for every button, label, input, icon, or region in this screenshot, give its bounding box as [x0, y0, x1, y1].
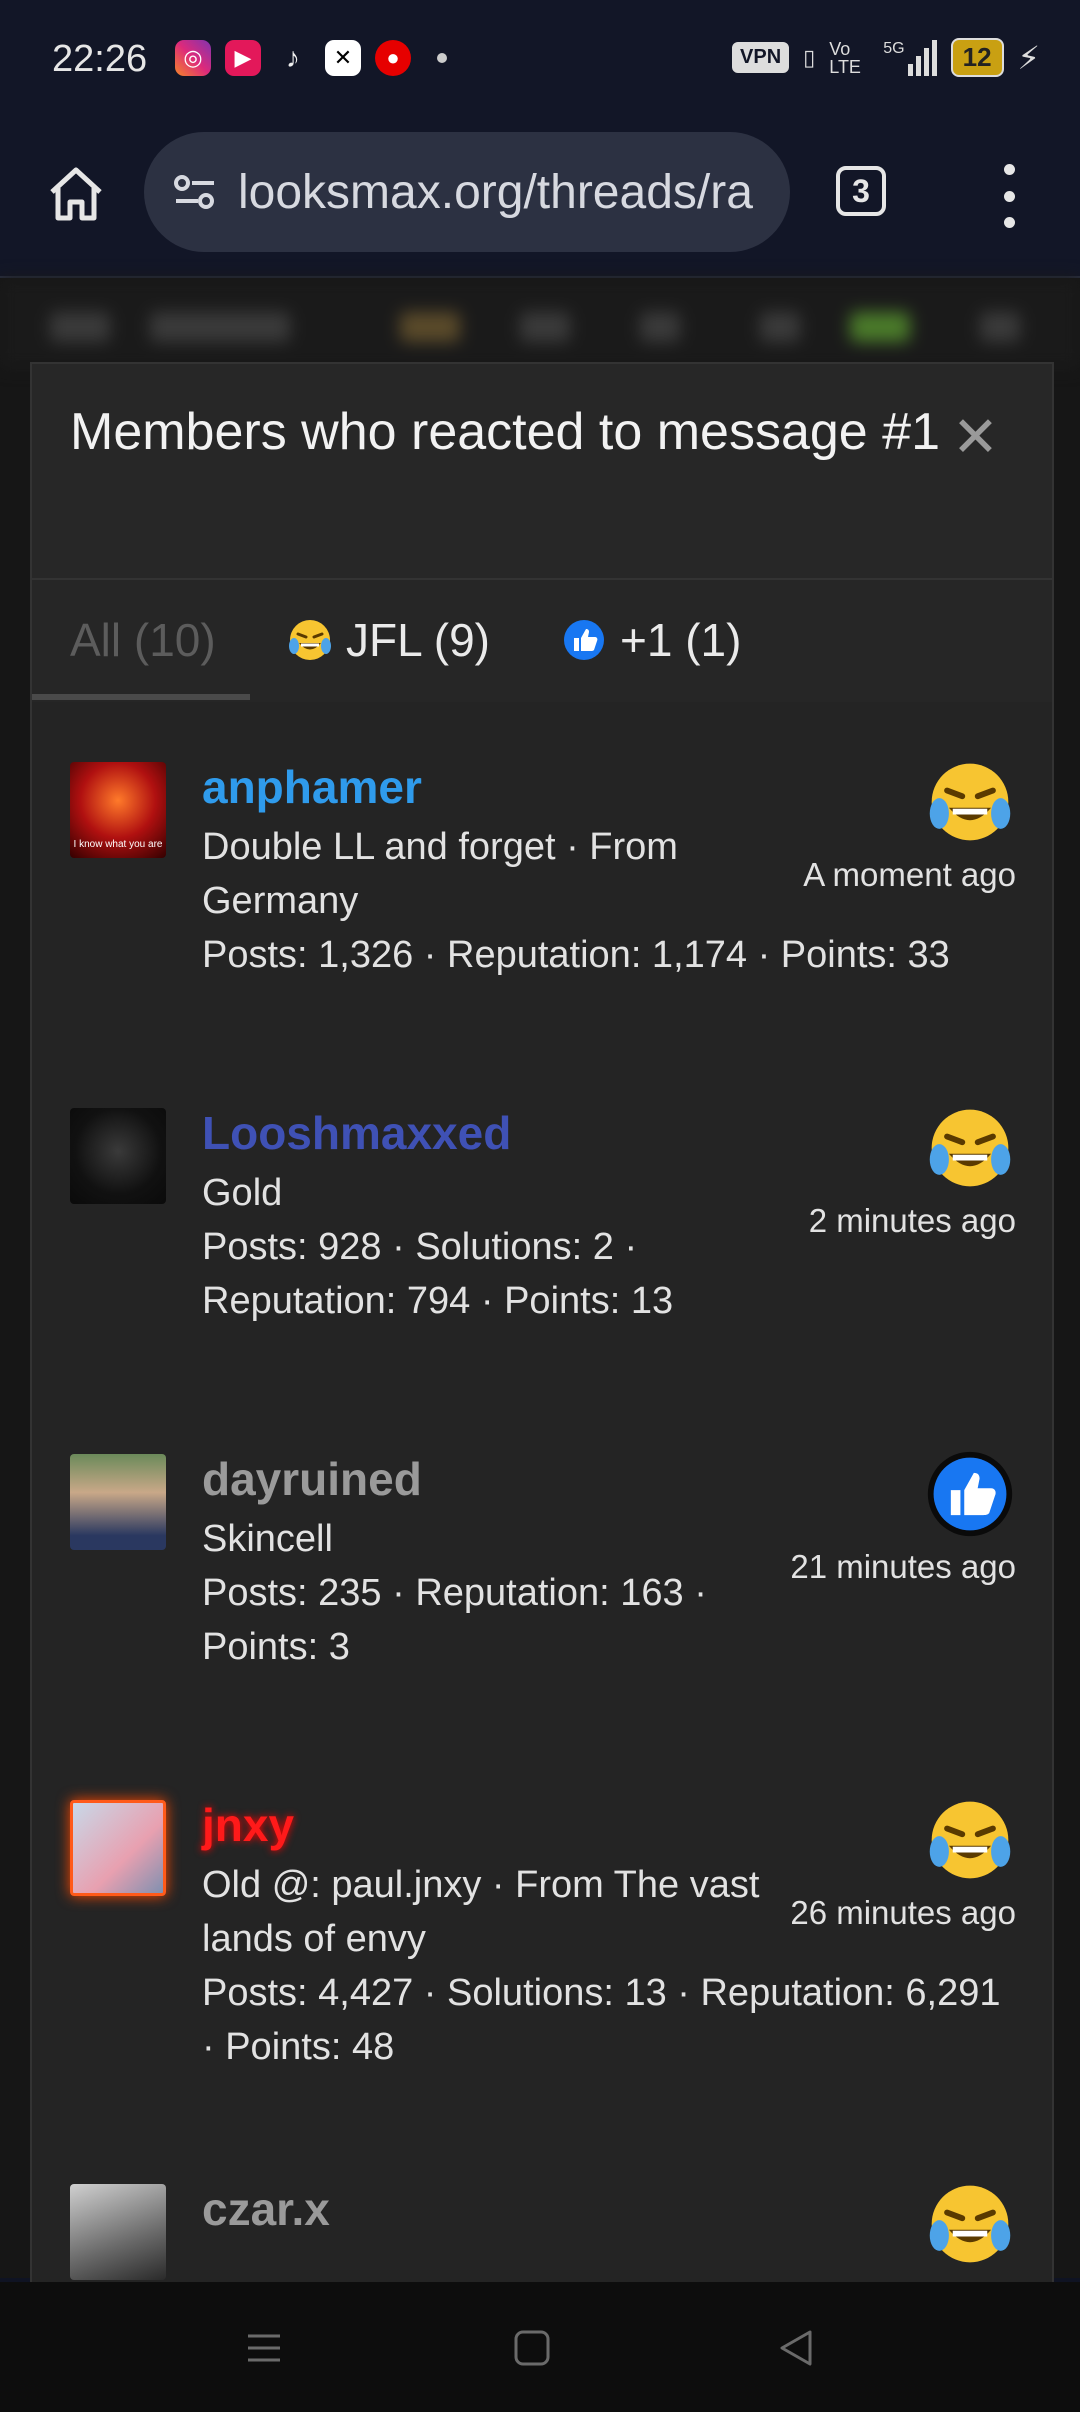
reaction-time: A moment ago: [803, 856, 1016, 893]
volte-icon: Vo LTE: [829, 38, 861, 77]
jfl-emoji-icon: [929, 2185, 1011, 2263]
member-name[interactable]: anphamer: [202, 760, 422, 814]
signal-icon: 5G: [883, 39, 937, 76]
thumbs-up-icon: [564, 620, 604, 660]
back-icon[interactable]: [776, 2328, 816, 2368]
browser-toolbar: looksmax.org/threads/ra 3: [0, 120, 1080, 278]
url-text[interactable]: looksmax.org/threads/ra: [238, 165, 778, 220]
member-stats: Posts: 928 · Solutions: 2 · Reputation: …: [202, 1226, 674, 1322]
list-item: jnxy Old @: paul.jnxy · From The vast la…: [32, 1740, 1052, 2142]
list-item: I know what you are anphamer Double LL a…: [32, 702, 1052, 1050]
thumbs-up-icon: [927, 1451, 1013, 1537]
instagram-icon: ◎: [175, 40, 211, 76]
reaction-time: 21 minutes ago: [790, 1548, 1016, 1585]
member-stats: Posts: 235 · Reputation: 163 · Points: 3: [202, 1572, 707, 1668]
more-notifications-icon: [437, 53, 447, 63]
member-title: Double LL and forget · From Germany: [202, 826, 678, 922]
member-title: Skincell: [202, 1518, 333, 1560]
vibrate-icon: ▯: [803, 44, 816, 70]
reaction-time: 2 minutes ago: [808, 1202, 1016, 1239]
member-stats: Posts: 1,326 · Reputation: 1,174 · Point…: [202, 934, 950, 976]
jfl-emoji-icon: [929, 1109, 1011, 1187]
tab-all-label: All (10): [70, 614, 216, 666]
member-title: Gold: [202, 1172, 283, 1214]
close-icon[interactable]: ✕: [952, 404, 999, 470]
status-bar: 22:26 ◎ ▶ ♪ ✕ ● VPN ▯ Vo LTE 5G 12 ⚡: [0, 0, 1080, 120]
avatar[interactable]: [70, 1800, 166, 1896]
youtube-music-icon: ▶: [225, 40, 261, 76]
member-name[interactable]: Looshmaxxed: [202, 1106, 511, 1160]
site-settings-icon[interactable]: [170, 167, 220, 217]
system-icons: VPN ▯ Vo LTE 5G 12 ⚡: [732, 38, 1040, 77]
tab-jfl[interactable]: JFL (9): [286, 580, 490, 700]
notification-icons: ◎ ▶ ♪ ✕ ●: [175, 40, 447, 76]
list-item: czar.x: [32, 2140, 1052, 2284]
jfl-emoji-icon: [929, 1801, 1011, 1879]
reactions-modal: Members who reacted to message #1 ✕ All …: [30, 362, 1054, 2286]
tab-plus-one-label: +1 (1): [620, 614, 742, 666]
avatar[interactable]: [70, 1108, 166, 1204]
tab-jfl-label: JFL (9): [346, 614, 490, 666]
more-menu-icon[interactable]: [994, 164, 1024, 228]
reaction-tabs: All (10) JFL (9) +1 (1): [32, 580, 1052, 706]
battery-icon: 12: [950, 38, 1004, 77]
tab-switcher-button[interactable]: 3: [836, 166, 886, 216]
tab-plus-one[interactable]: +1 (1): [560, 580, 741, 700]
reaction-time: 26 minutes ago: [790, 1894, 1016, 1931]
signal-type: 5G: [883, 39, 905, 57]
tiktok-icon: ♪: [286, 42, 300, 73]
list-item: dayruined Skincell Posts: 235 · Reputati…: [32, 1394, 1052, 1742]
active-tab-indicator: [32, 694, 250, 700]
avatar[interactable]: [70, 1454, 166, 1550]
charging-icon: ⚡: [1017, 39, 1040, 76]
vpn-icon: VPN: [732, 42, 790, 73]
member-title: Old @: paul.jnxy · From The vast lands o…: [202, 1864, 760, 1960]
address-bar[interactable]: looksmax.org/threads/ra: [144, 132, 790, 252]
avatar[interactable]: I know what you are: [70, 762, 166, 858]
member-name[interactable]: jnxy: [202, 1798, 294, 1852]
modal-header: Members who reacted to message #1 ✕: [32, 364, 1052, 580]
member-name[interactable]: czar.x: [202, 2182, 330, 2236]
recent-apps-icon[interactable]: [244, 2328, 284, 2368]
tab-all[interactable]: All (10): [70, 580, 216, 700]
list-item: Looshmaxxed Gold Posts: 928 · Solutions:…: [32, 1048, 1052, 1396]
home-nav-icon[interactable]: [512, 2328, 552, 2368]
avatar[interactable]: [70, 2184, 166, 2280]
system-nav-bar: [0, 2282, 1080, 2412]
status-time: 22:26: [52, 38, 148, 80]
member-stats: Posts: 4,427 · Solutions: 13 · Reputatio…: [202, 1972, 1001, 2068]
vodafone-icon: ●: [375, 40, 411, 76]
member-name[interactable]: dayruined: [202, 1452, 422, 1506]
capcut-icon: ✕: [325, 40, 361, 76]
jfl-emoji-icon: [929, 763, 1011, 841]
page-nav-blurred: [0, 278, 1080, 368]
home-icon[interactable]: [44, 162, 108, 226]
jfl-emoji-icon: [289, 620, 331, 660]
modal-title: Members who reacted to message #1: [70, 403, 940, 461]
